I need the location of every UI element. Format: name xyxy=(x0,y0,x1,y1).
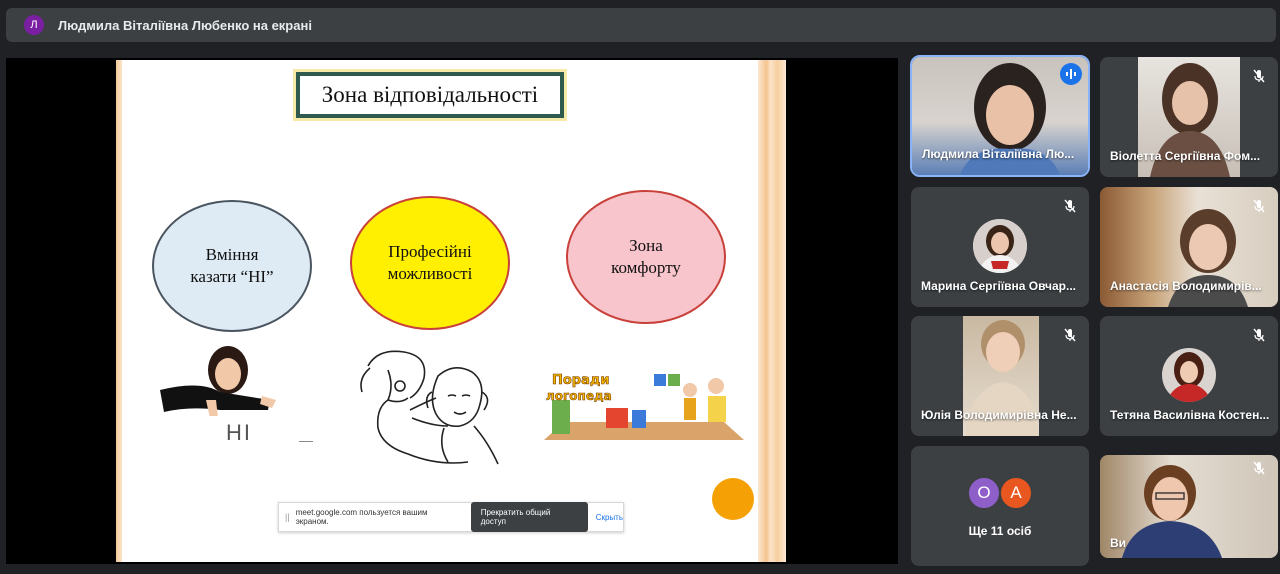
participant-avatar xyxy=(1162,348,1216,402)
share-message: meet.google.com пользуется вашим экраном… xyxy=(295,508,428,526)
orange-dot-decoration xyxy=(712,478,754,520)
mother-child-drawing xyxy=(360,350,499,465)
screen-share-notice: || meet.google.com пользуется вашим экра… xyxy=(278,502,624,532)
more-participants-tile[interactable]: О А Ще 11 осіб xyxy=(911,446,1089,566)
participant-name: Юлія Володимирівна Не... xyxy=(921,408,1077,422)
mic-off-icon xyxy=(1248,324,1270,346)
presenting-banner: Л Людмила Віталіївна Любенко на екрані xyxy=(6,8,1276,42)
participant-name: Ви xyxy=(1110,536,1127,550)
participant-avatar-initial: О xyxy=(967,476,1001,510)
poradi-word: Поради xyxy=(552,373,610,388)
mic-off-icon xyxy=(1248,65,1270,87)
drag-handle-icon[interactable]: || xyxy=(285,512,290,522)
speech-therapist-tips-image: Поради логопеда xyxy=(544,370,744,448)
oval-comfort-zone: Зона комфорту xyxy=(566,190,726,324)
self-view-tile[interactable]: Ви xyxy=(1100,455,1278,558)
mic-off-icon xyxy=(1248,457,1270,479)
participant-tile[interactable]: Юлія Володимирівна Не... xyxy=(911,316,1089,436)
participant-name: Людмила Віталіївна Лю... xyxy=(922,147,1075,161)
participant-avatar-initial: А xyxy=(999,476,1033,510)
slide-title: Зона відповідальності xyxy=(293,69,567,121)
hide-notice-link[interactable]: Скрыть xyxy=(596,513,623,522)
mic-off-icon xyxy=(1059,324,1081,346)
stop-sharing-button[interactable]: Прекратить общий доступ xyxy=(470,502,588,532)
participant-name: Анастасія Володимирів... xyxy=(1110,279,1262,293)
sign-text: НІ xyxy=(226,420,252,445)
slide-right-border xyxy=(758,60,786,562)
participant-name: Віолетта Сергіївна Фом... xyxy=(1110,149,1261,163)
dash-mark xyxy=(299,441,313,442)
participant-name: Тетяна Василівна Костен... xyxy=(1110,408,1270,422)
logopeda-word: логопеда xyxy=(546,389,612,403)
woman-with-sign-image xyxy=(160,346,276,450)
participant-name: Марина Сергіївна Овчар... xyxy=(921,279,1077,293)
shared-slide: Зона відповідальності Вміння казати “НІ”… xyxy=(116,60,786,562)
participant-tile[interactable]: Віолетта Сергіївна Фом... xyxy=(1100,57,1278,177)
more-participants-label: Ще 11 осіб xyxy=(968,524,1032,538)
participant-tile[interactable]: Людмила Віталіївна Лю... xyxy=(910,55,1090,177)
mic-off-icon xyxy=(1248,195,1270,217)
oval-professional-abilities: Професійні можливості xyxy=(350,196,510,330)
participant-avatar xyxy=(973,219,1027,273)
participant-tile[interactable]: Тетяна Василівна Костен... xyxy=(1100,316,1278,436)
presenting-label: Людмила Віталіївна Любенко на екрані xyxy=(58,17,312,33)
more-avatars-group: О А xyxy=(967,476,1033,510)
audio-level-icon xyxy=(1060,63,1082,85)
mic-off-icon xyxy=(1059,195,1081,217)
oval-say-no: Вміння казати “НІ” xyxy=(152,200,312,332)
presenter-avatar: Л xyxy=(24,15,44,35)
slide-left-border xyxy=(116,60,122,562)
participant-tile[interactable]: Анастасія Володимирів... xyxy=(1100,187,1278,307)
participant-tile[interactable]: Марина Сергіївна Овчар... xyxy=(911,187,1089,307)
